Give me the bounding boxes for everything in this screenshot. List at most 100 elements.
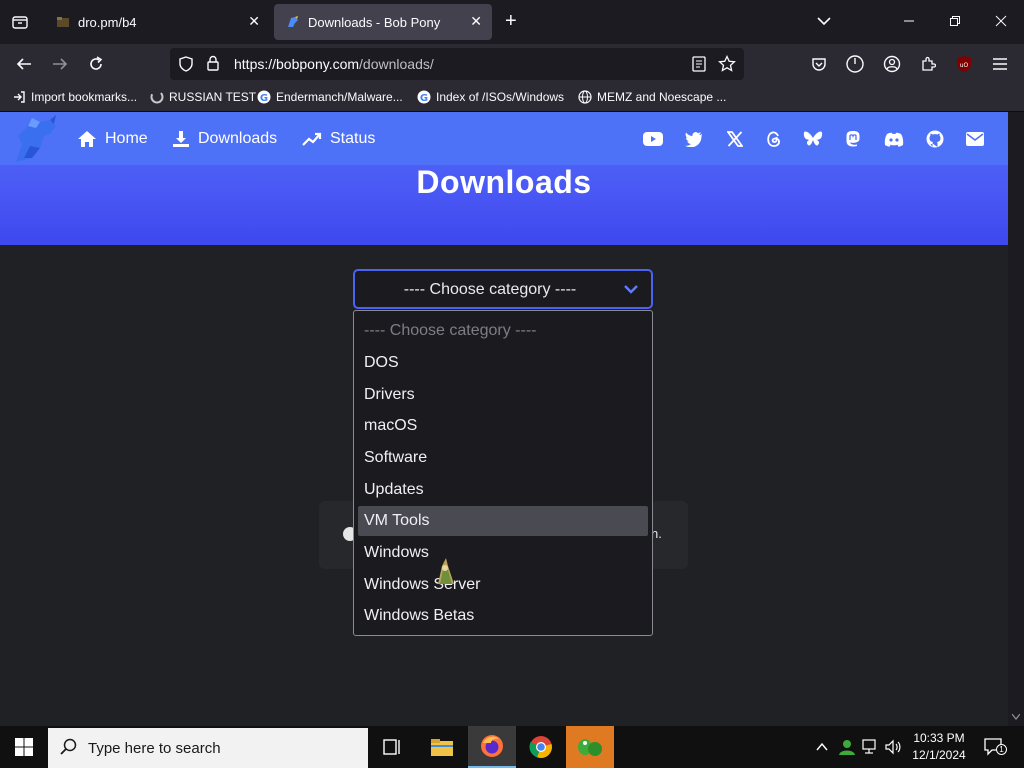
bookmark-import[interactable]: Import bookmarks...: [12, 90, 137, 104]
option-updates[interactable]: Updates: [358, 475, 648, 505]
option-dos[interactable]: DOS: [358, 348, 648, 378]
network-icon[interactable]: [862, 739, 880, 755]
bookmark-label: Endermanch/Malware...: [276, 90, 403, 104]
bookmark-label: RUSSIAN TEST: [169, 90, 257, 104]
pocket-icon[interactable]: [808, 53, 830, 75]
option-windows[interactable]: Windows: [358, 538, 648, 568]
site-navbar: Home Downloads Status: [0, 112, 1008, 165]
bookmark-star-icon[interactable]: [718, 55, 736, 73]
chrome-icon[interactable]: [517, 726, 565, 768]
svg-text:G: G: [420, 93, 428, 104]
threads-icon[interactable]: [764, 130, 784, 148]
reader-view-icon[interactable]: [692, 56, 706, 72]
discord-icon[interactable]: [884, 130, 904, 148]
bookmark-russian-test[interactable]: RUSSIAN TEST: [150, 90, 256, 104]
notification-count-badge: 1: [996, 744, 1007, 755]
svg-text:G: G: [260, 93, 268, 104]
spinner-icon: [150, 90, 164, 104]
file-explorer-icon[interactable]: [418, 726, 466, 768]
user-tray-icon[interactable]: [838, 738, 856, 756]
url-bar[interactable]: https://bobpony.com/downloads/: [170, 48, 744, 80]
close-tab-icon[interactable]: ✕: [248, 13, 260, 30]
download-icon: [173, 131, 189, 147]
nav-label: Home: [105, 130, 148, 147]
volume-icon[interactable]: [884, 739, 902, 755]
firefox-icon[interactable]: [468, 726, 516, 768]
option-macos[interactable]: macOS: [358, 411, 648, 441]
task-view-icon[interactable]: [368, 726, 416, 768]
category-select[interactable]: ---- Choose category ----: [353, 269, 653, 309]
notifications-icon[interactable]: 1: [984, 738, 1007, 756]
bluesky-icon[interactable]: [803, 130, 823, 148]
globe-icon: [578, 90, 592, 104]
hamburger-menu-icon[interactable]: [989, 53, 1011, 75]
lock-icon[interactable]: [206, 55, 220, 71]
nav-status-link[interactable]: Status: [302, 130, 375, 148]
close-window-icon[interactable]: [992, 12, 1010, 30]
mastodon-icon[interactable]: [843, 130, 863, 148]
taskbar-clock[interactable]: 10:33 PM 12/1/2024: [906, 730, 972, 764]
search-icon: [60, 738, 77, 755]
page-scrollbar[interactable]: [1008, 112, 1024, 726]
bookmark-memz[interactable]: MEMZ and Noescape ...: [578, 90, 726, 104]
clock-date: 12/1/2024: [912, 748, 966, 762]
close-tab-icon[interactable]: ✕: [470, 13, 482, 30]
taskbar-search-box[interactable]: Type here to search: [48, 728, 368, 768]
desktop-buddy-app-icon[interactable]: [566, 726, 614, 768]
shield-icon[interactable]: [178, 56, 194, 72]
tab-title: Downloads - Bob Pony: [308, 15, 441, 30]
bookmark-label: Index of /ISOs/Windows: [436, 90, 565, 104]
option-vm-tools[interactable]: VM Tools: [358, 506, 648, 536]
extensions-icon[interactable]: [917, 53, 939, 75]
clock-time: 10:33 PM: [913, 731, 965, 745]
bob-pony-logo[interactable]: [10, 114, 66, 166]
x-icon[interactable]: [725, 130, 745, 148]
bob-pony-favicon-icon: [288, 16, 298, 27]
minimize-icon[interactable]: [900, 12, 918, 30]
option-windows-server[interactable]: Windows Server: [358, 570, 648, 600]
tab-list-icon[interactable]: [8, 10, 32, 34]
bookmark-endermanch[interactable]: G Endermanch/Malware...: [257, 90, 403, 104]
timer-extension-icon[interactable]: [844, 53, 866, 75]
option-software[interactable]: Software: [358, 443, 648, 473]
category-select-value: ---- Choose category ----: [403, 281, 577, 298]
scroll-down-icon[interactable]: [1012, 714, 1020, 720]
google-icon: G: [417, 90, 431, 104]
web-page: Home Downloads Status Downloads n. ---- …: [0, 112, 1008, 726]
github-icon[interactable]: [925, 130, 945, 148]
navigation-toolbar: https://bobpony.com/downloads/ uO: [0, 44, 1024, 84]
bookmark-index-isos[interactable]: G Index of /ISOs/Windows: [417, 90, 564, 104]
ublock-origin-icon[interactable]: uO: [953, 53, 975, 75]
restore-icon[interactable]: [946, 12, 964, 30]
option-windows-betas[interactable]: Windows Betas: [358, 601, 648, 631]
tab-dro-pm[interactable]: dro.pm/b4 ✕: [44, 4, 270, 40]
chevron-up-icon[interactable]: [816, 742, 828, 752]
twitter-icon[interactable]: [684, 130, 704, 148]
youtube-icon[interactable]: [643, 130, 663, 148]
nav-downloads-link[interactable]: Downloads: [172, 130, 277, 148]
google-icon: G: [257, 90, 271, 104]
bookmark-label: Import bookmarks...: [31, 90, 138, 104]
search-placeholder: Type here to search: [88, 740, 221, 757]
account-icon[interactable]: [881, 53, 903, 75]
page-title: Downloads: [416, 164, 592, 200]
back-arrow-icon[interactable]: [13, 53, 35, 75]
url-path: /downloads/: [359, 56, 434, 72]
forward-arrow-icon[interactable]: [49, 53, 71, 75]
import-icon: [12, 90, 26, 104]
hero-banner: Home Downloads Status Downloads: [0, 112, 1008, 245]
option-choose-category[interactable]: ---- Choose category ----: [358, 316, 648, 346]
chevron-down-icon[interactable]: [817, 13, 831, 31]
reload-icon[interactable]: [85, 53, 107, 75]
email-icon[interactable]: [965, 130, 985, 148]
url-text: https://bobpony.com/downloads/: [234, 56, 434, 72]
windows-start-icon[interactable]: [0, 726, 48, 768]
tab-downloads-bob-pony[interactable]: Downloads - Bob Pony ✕: [274, 4, 492, 40]
windows-taskbar: Type here to search 10:33 PM 12/1/2024 1: [0, 726, 1024, 768]
chevron-down-icon: [624, 285, 638, 294]
option-drivers[interactable]: Drivers: [358, 380, 648, 410]
url-host: https://bobpony.com: [234, 56, 360, 72]
new-tab-icon[interactable]: +: [505, 11, 517, 31]
nav-home-link[interactable]: Home: [77, 130, 148, 148]
custom-cursor-icon: [438, 558, 454, 584]
